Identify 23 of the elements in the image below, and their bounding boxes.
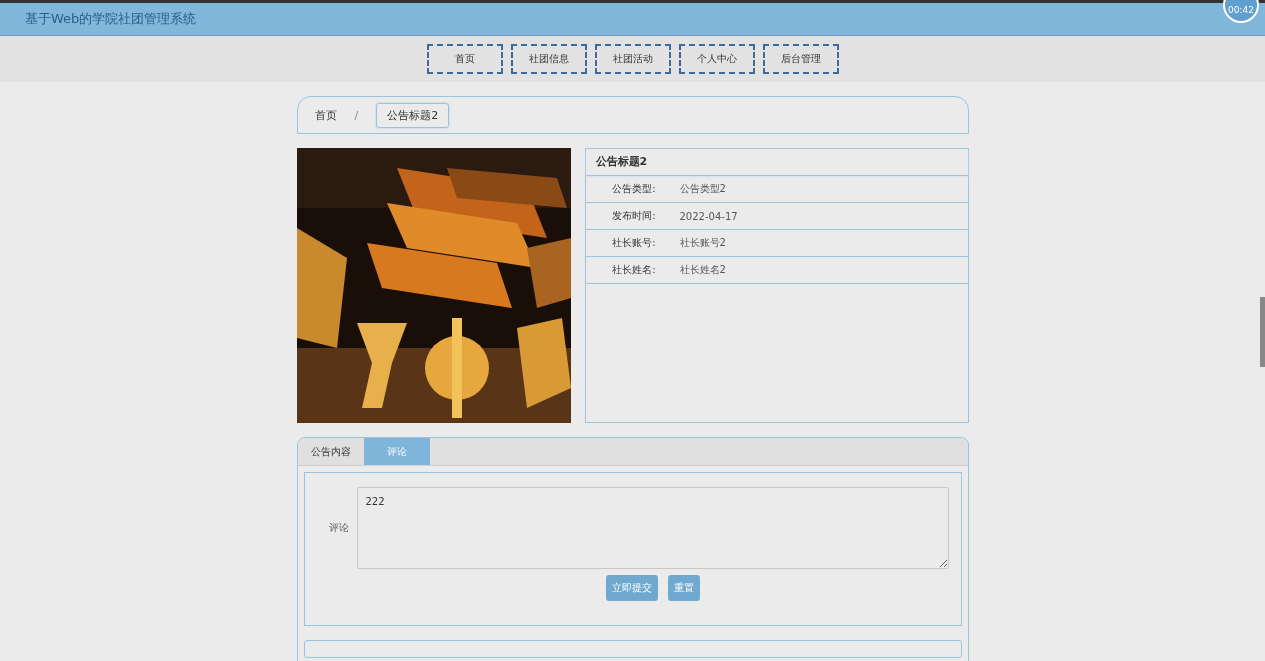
- field-value: 2022-04-17: [679, 210, 738, 222]
- field-label: 社长账号:: [611, 236, 656, 250]
- site-title: 基于Web的学院社团管理系统: [25, 10, 197, 28]
- field-label: 发布时间:: [611, 209, 656, 223]
- timer-badge: 00:42: [1223, 0, 1259, 23]
- nav-link[interactable]: 个人中心: [678, 44, 755, 74]
- field-value: 社长账号2: [679, 236, 726, 250]
- breadcrumb-separator: /: [353, 108, 360, 122]
- field-label: 公告类型:: [611, 182, 656, 196]
- scrollbar-thumb[interactable]: [1260, 297, 1265, 367]
- field-label: 社长姓名:: [611, 263, 656, 277]
- comment-label: 评论: [327, 521, 349, 535]
- comment-field[interactable]: 222: [356, 487, 949, 569]
- breadcrumb-item[interactable]: 首页: [314, 103, 337, 127]
- notice-title: 公告标题2: [585, 149, 968, 176]
- field-value: 社长姓名2: [679, 263, 726, 277]
- tab[interactable]: 公告内容: [297, 438, 364, 465]
- breadcrumb-item[interactable]: 公告标题2: [376, 102, 450, 128]
- nav-link[interactable]: 后台管理: [762, 44, 839, 74]
- nav-link[interactable]: 首页: [426, 44, 503, 74]
- nav-link[interactable]: 社团活动: [594, 44, 671, 74]
- field-value: 公告类型2: [679, 182, 726, 196]
- nav-link[interactable]: 社团信息: [510, 44, 587, 74]
